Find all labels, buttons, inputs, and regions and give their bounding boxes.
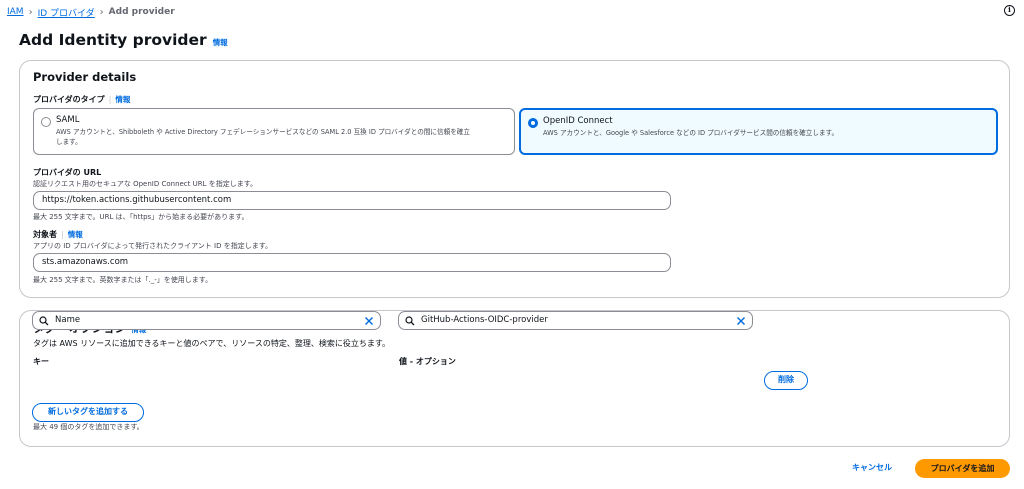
provider-url-input[interactable]: https://token.actions.githubusercontent.… [33,191,671,210]
clear-icon[interactable] [736,316,746,326]
provider-url-label: プロバイダの URL [33,167,101,178]
provider-type-saml[interactable]: SAML AWS アカウントと、Shibboleth や Active Dire… [33,108,515,155]
openid-connect-description: AWS アカウントと、Google や Salesforce などの ID プロ… [543,129,839,137]
tags-limit-hint: 最大 49 個のタグを追加できます。 [33,423,144,431]
provider-type-label: プロバイダのタイプ | 情報 [33,94,130,105]
tag-key-label: キー [33,356,49,367]
audience-hint: 最大 255 文字まで。英数字または「._-」を使用します。 [33,276,213,284]
provider-type-openid-connect[interactable]: OpenID Connect AWS アカウントと、Google や Sales… [519,108,998,155]
add-tag-button[interactable]: 新しいタグを追加する [32,403,144,422]
provider-details-heading: Provider details [33,70,136,84]
chevron-right-icon: › [99,6,104,18]
saml-description: AWS アカウントと、Shibboleth や Active Directory… [56,127,470,147]
page-title: Add Identity provider 情報 [19,31,228,49]
saml-description-line1: AWS アカウントと、Shibboleth や Active Directory… [56,128,470,136]
search-icon [39,316,49,326]
label-divider: | [61,230,64,239]
saml-radio[interactable] [41,117,51,127]
saml-title: SAML [56,115,80,125]
saml-description-line2: します。 [56,138,82,146]
audience-info-link[interactable]: 情報 [68,229,83,240]
audience-description: アプリの ID プロバイダによって発行されたクライアント ID を指定します。 [33,242,272,250]
page-title-text: Add Identity provider [19,31,207,49]
openid-connect-radio[interactable] [528,118,538,128]
provider-type-label-text: プロバイダのタイプ [33,95,105,104]
breadcrumb: IAM › ID プロバイダ › Add provider [7,4,175,20]
audience-input[interactable]: sts.amazonaws.com [33,253,671,272]
tags-panel: タグ - オプション 情報 タグは AWS リソースに追加できるキーと値のペアで… [19,310,1010,447]
tag-value-value: GitHub-Actions-OIDC-provider [421,315,548,325]
tag-key-input[interactable]: Name [32,311,381,330]
breadcrumb-current: Add provider [108,7,175,17]
tag-key-value: Name [55,315,81,325]
tag-value-label-text: 値 - オプション [399,357,456,366]
clear-icon[interactable] [364,316,374,326]
tag-value-label: 値 - オプション [399,356,456,367]
provider-type-info-link[interactable]: 情報 [115,94,130,105]
provider-url-description: 認証リクエスト用のセキュアな OpenID Connect URL を指定します… [33,180,258,188]
search-icon [405,316,415,326]
provider-url-hint: 最大 255 文字まで。URL は、「https」から始まる必要があります。 [33,213,249,221]
cancel-button[interactable]: キャンセル [852,462,892,473]
label-divider: | [108,95,112,104]
audience-label-text: 対象者 [33,230,57,239]
info-icon[interactable]: i [1004,5,1015,16]
tags-description: タグは AWS リソースに追加できるキーと値のペアで、リソースの特定、整理、検索… [33,339,391,348]
remove-tag-button[interactable]: 削除 [764,371,808,390]
chevron-right-icon: › [28,6,33,18]
provider-url-label-text: プロバイダの URL [33,168,102,177]
provider-details-panel: Provider details プロバイダのタイプ | 情報 SAML AWS… [19,60,1010,298]
add-provider-button[interactable]: プロバイダを追加 [915,459,1010,478]
breadcrumb-iam[interactable]: IAM [7,7,24,17]
provider-details-heading-text: Provider details [33,70,137,84]
tag-key-label-text: キー [33,357,49,366]
page-info-link[interactable]: 情報 [213,37,228,48]
openid-connect-title: OpenID Connect [543,116,613,126]
tag-value-input[interactable]: GitHub-Actions-OIDC-provider [398,311,753,330]
breadcrumb-id-providers[interactable]: ID プロバイダ [38,6,95,19]
audience-label: 対象者 | 情報 [33,229,83,240]
